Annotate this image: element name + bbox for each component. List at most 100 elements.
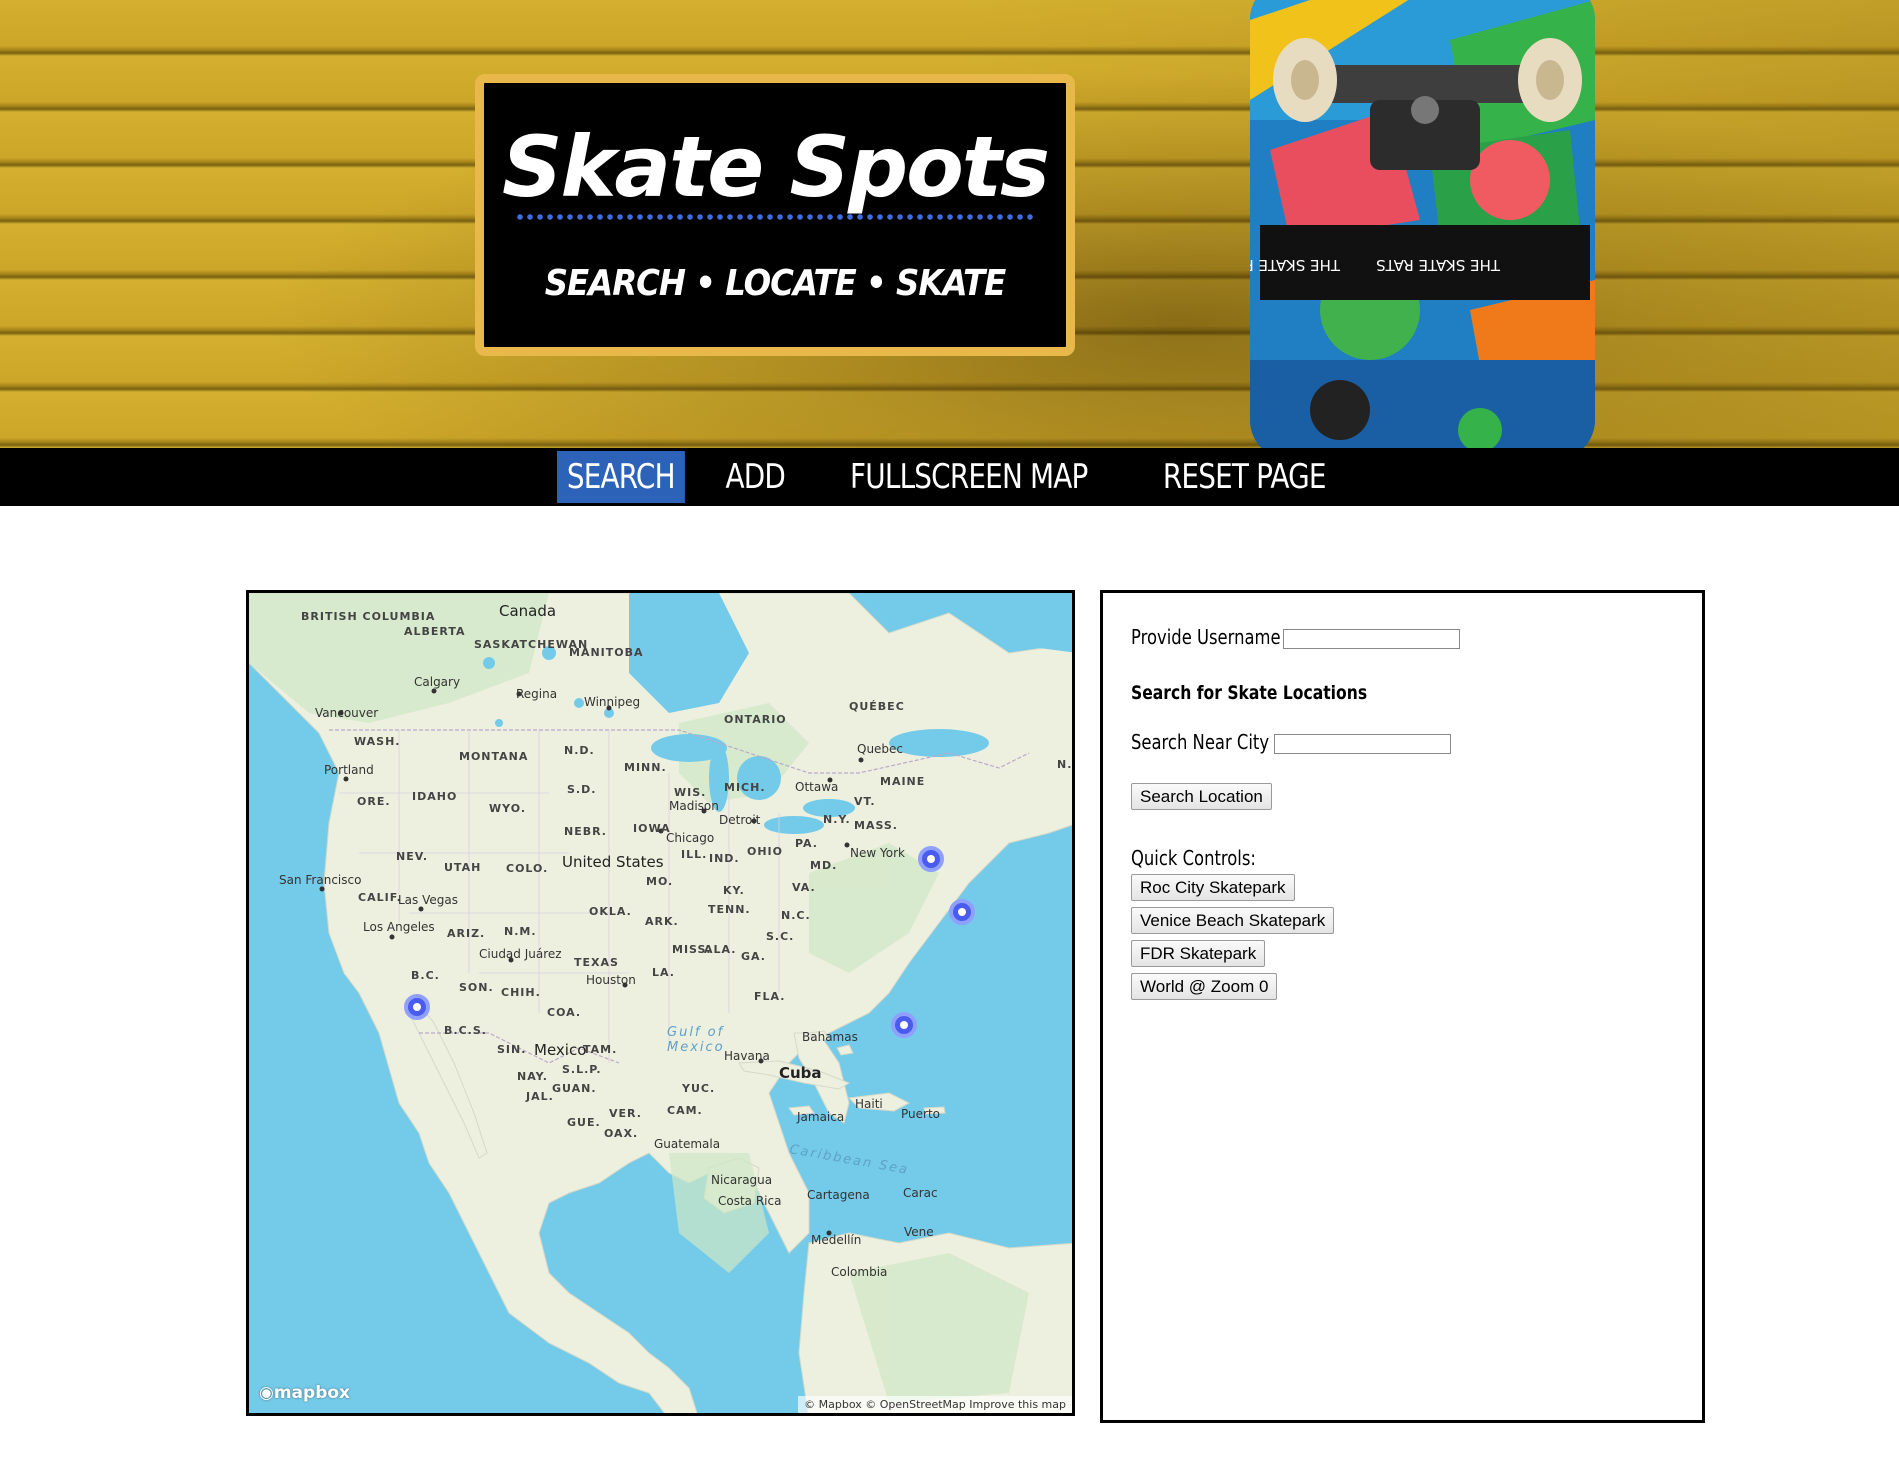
svg-text:Canada: Canada bbox=[499, 602, 556, 620]
svg-text:Havana: Havana bbox=[724, 1049, 770, 1063]
svg-text:CALIF.: CALIF. bbox=[358, 891, 402, 904]
search-heading: Search for Skate Locations bbox=[1131, 682, 1368, 704]
skateboard-image: THE SKATE RATS THE SKATE RATS bbox=[1250, 0, 1595, 448]
svg-text:Nicaragua: Nicaragua bbox=[711, 1173, 772, 1187]
svg-text:MD.: MD. bbox=[810, 859, 837, 872]
svg-text:CAM.: CAM. bbox=[667, 1104, 703, 1117]
svg-text:GUAN.: GUAN. bbox=[552, 1082, 597, 1095]
mapbox-logo[interactable]: ◉mapbox bbox=[259, 1383, 350, 1403]
svg-text:LA.: LA. bbox=[652, 966, 675, 979]
svg-text:Las Vegas: Las Vegas bbox=[398, 893, 458, 907]
svg-text:PA.: PA. bbox=[795, 837, 818, 850]
svg-text:Ciudad Juárez: Ciudad Juárez bbox=[479, 947, 562, 961]
svg-text:Chicago: Chicago bbox=[666, 831, 714, 845]
title-box: Skate Spots SEARCH • LOCATE • SKATE bbox=[475, 74, 1075, 356]
map-canvas[interactable]: Canada United States Mexico Cuba BRITISH… bbox=[249, 593, 1075, 1416]
svg-text:Houston: Houston bbox=[586, 973, 636, 987]
svg-text:UTAH: UTAH bbox=[444, 861, 481, 874]
svg-text:Medellín: Medellín bbox=[811, 1233, 861, 1247]
quick-world-zoom-button[interactable]: World @ Zoom 0 bbox=[1131, 973, 1278, 1000]
svg-text:OAX.: OAX. bbox=[604, 1127, 638, 1140]
svg-text:FLA.: FLA. bbox=[754, 990, 785, 1003]
svg-text:MO.: MO. bbox=[646, 875, 673, 888]
svg-text:GUE.: GUE. bbox=[567, 1116, 601, 1129]
svg-text:Cartagena: Cartagena bbox=[807, 1188, 870, 1202]
control-panel: Provide Username : Search for Skate Loca… bbox=[1100, 590, 1705, 1423]
city-search-input[interactable] bbox=[1274, 734, 1451, 754]
svg-text:SIN.: SIN. bbox=[497, 1043, 526, 1056]
svg-text:Caribbean Sea: Caribbean Sea bbox=[788, 1142, 910, 1178]
svg-text:TAM.: TAM. bbox=[583, 1043, 617, 1056]
svg-text:N.C.: N.C. bbox=[781, 909, 811, 922]
nav-reset-page[interactable]: RESET PAGE bbox=[1153, 451, 1336, 503]
svg-text:San Francisco: San Francisco bbox=[279, 873, 361, 887]
svg-text:Regina: Regina bbox=[516, 687, 557, 701]
svg-text:IDAHO: IDAHO bbox=[412, 790, 457, 803]
svg-text:Detroit: Detroit bbox=[719, 813, 761, 827]
svg-text:MONTANA: MONTANA bbox=[459, 750, 528, 763]
svg-text:New York: New York bbox=[850, 846, 905, 860]
svg-text:SON.: SON. bbox=[459, 981, 494, 994]
svg-text:MICH.: MICH. bbox=[724, 781, 766, 794]
svg-text:S.C.: S.C. bbox=[766, 930, 794, 943]
svg-text:CHIH.: CHIH. bbox=[501, 986, 541, 999]
svg-text:N.Y.: N.Y. bbox=[823, 813, 851, 826]
svg-text:United States: United States bbox=[562, 853, 664, 871]
username-input[interactable] bbox=[1283, 629, 1460, 649]
svg-text:Jamaica: Jamaica bbox=[796, 1110, 844, 1124]
nav-search[interactable]: SEARCH bbox=[557, 451, 685, 503]
svg-text:MAINE: MAINE bbox=[880, 775, 925, 788]
svg-text:N.B: N.B bbox=[1057, 758, 1075, 771]
svg-text:Calgary: Calgary bbox=[414, 675, 460, 689]
svg-text:COLO.: COLO. bbox=[506, 862, 548, 875]
svg-text:Mexico: Mexico bbox=[534, 1041, 586, 1059]
svg-text:THE SKATE RATS: THE SKATE RATS bbox=[1376, 256, 1501, 274]
svg-text:OKLA.: OKLA. bbox=[589, 905, 632, 918]
marker-new-york[interactable] bbox=[949, 899, 975, 925]
svg-text:S.L.P.: S.L.P. bbox=[562, 1063, 602, 1076]
map-view[interactable]: Canada United States Mexico Cuba BRITISH… bbox=[246, 590, 1075, 1416]
svg-text:IND.: IND. bbox=[709, 852, 740, 865]
username-label: Provide Username : bbox=[1131, 625, 1292, 649]
svg-text:QUÉBEC: QUÉBEC bbox=[849, 700, 905, 713]
svg-text:MINN.: MINN. bbox=[624, 761, 667, 774]
svg-text:VA.: VA. bbox=[792, 881, 816, 894]
svg-text:MASS.: MASS. bbox=[854, 819, 898, 832]
svg-text:ONTARIO: ONTARIO bbox=[724, 713, 787, 726]
svg-text:VER.: VER. bbox=[609, 1107, 642, 1120]
city-label: Search Near City : bbox=[1131, 730, 1280, 754]
svg-text:Bahamas: Bahamas bbox=[802, 1030, 858, 1044]
quick-venice-beach-button[interactable]: Venice Beach Skatepark bbox=[1131, 907, 1335, 934]
map-attribution[interactable]: © Mapbox © OpenStreetMap Improve this ma… bbox=[798, 1396, 1072, 1413]
quick-roc-city-button[interactable]: Roc City Skatepark bbox=[1131, 874, 1295, 901]
svg-text:WYO.: WYO. bbox=[489, 802, 526, 815]
svg-text:WIS.: WIS. bbox=[674, 786, 706, 799]
svg-text:ALBERTA: ALBERTA bbox=[404, 625, 466, 638]
svg-text:NAY.: NAY. bbox=[517, 1070, 548, 1083]
svg-text:JAL.: JAL. bbox=[525, 1090, 554, 1103]
mapbox-logo-icon: ◉ bbox=[259, 1383, 274, 1403]
main-nav: SEARCH ADD FULLSCREEN MAP RESET PAGE bbox=[0, 448, 1899, 506]
svg-text:Los Angeles: Los Angeles bbox=[363, 920, 435, 934]
nav-add[interactable]: ADD bbox=[716, 451, 795, 503]
hero-banner: THE SKATE RATS THE SKATE RATS Skate Spot… bbox=[0, 0, 1899, 448]
svg-text:Cuba: Cuba bbox=[779, 1064, 822, 1082]
nav-fullscreen-map[interactable]: FULLSCREEN MAP bbox=[840, 451, 1097, 503]
svg-text:N.M.: N.M. bbox=[504, 925, 537, 938]
marker-fdr[interactable] bbox=[891, 1012, 917, 1038]
marker-venice-beach[interactable] bbox=[404, 994, 430, 1020]
svg-text:TENN.: TENN. bbox=[708, 903, 751, 916]
svg-text:COA.: COA. bbox=[547, 1006, 581, 1019]
quick-fdr-button[interactable]: FDR Skatepark bbox=[1131, 940, 1266, 967]
svg-text:ARIZ.: ARIZ. bbox=[447, 927, 485, 940]
search-location-button[interactable]: Search Location bbox=[1131, 783, 1272, 810]
site-tagline: SEARCH • LOCATE • SKATE bbox=[544, 263, 1007, 304]
svg-text:Gulf of: Gulf of bbox=[667, 1025, 725, 1040]
svg-text:Madison: Madison bbox=[669, 799, 719, 813]
svg-text:ALA.: ALA. bbox=[704, 943, 736, 956]
svg-text:NEBR.: NEBR. bbox=[564, 825, 607, 838]
svg-text:GA.: GA. bbox=[741, 950, 766, 963]
svg-text:OHIO: OHIO bbox=[747, 845, 783, 858]
svg-text:Quebec: Quebec bbox=[857, 742, 903, 756]
marker-roc-city[interactable] bbox=[918, 846, 944, 872]
